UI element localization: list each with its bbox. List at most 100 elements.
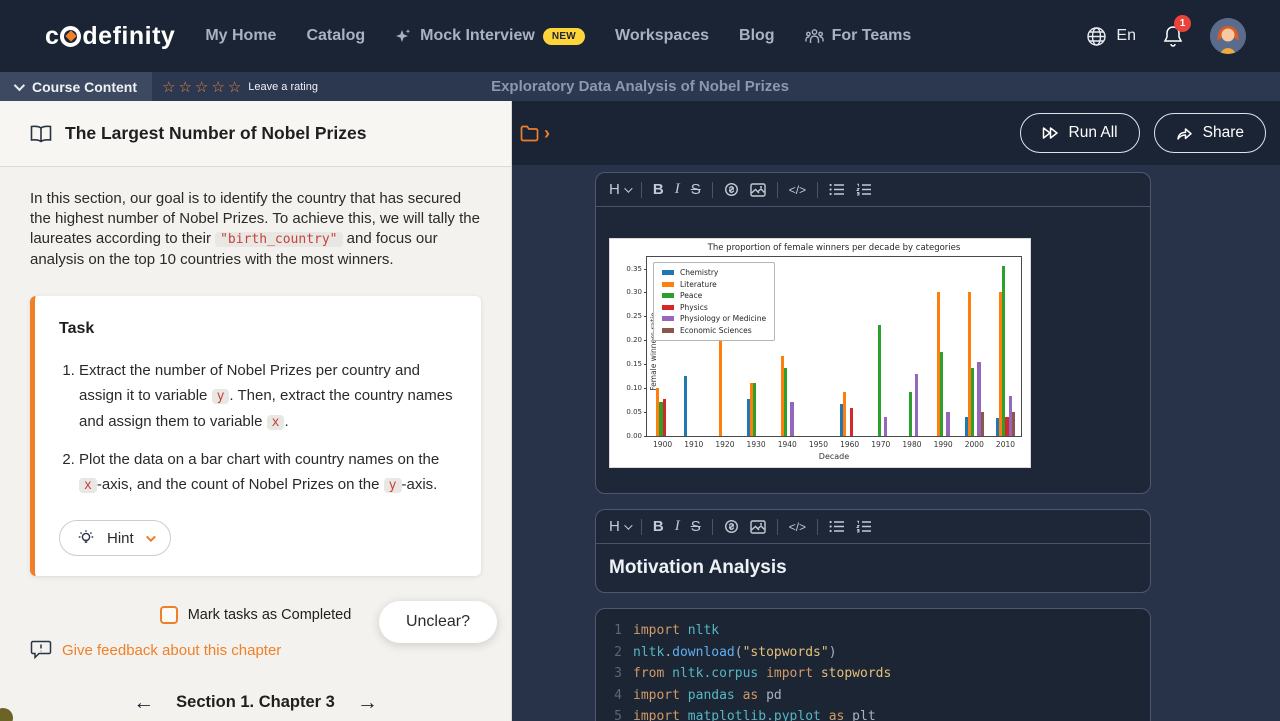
- app-window: cdefinity My Home Catalog Mock Interview…: [0, 0, 1280, 721]
- code-line[interactable]: 5import matplotlib.pyplot as plt: [596, 706, 1150, 721]
- course-title: Exploratory Data Analysis of Nobel Prize…: [491, 78, 789, 95]
- folder-icon: [520, 125, 539, 142]
- unclear-button[interactable]: Unclear?: [379, 601, 497, 643]
- chart-bar: [940, 352, 943, 436]
- nav-item-blog[interactable]: Blog: [739, 27, 775, 45]
- next-chapter-button[interactable]: →: [357, 692, 378, 713]
- course-bar: Course Content ☆☆☆☆☆ Leave a rating Expl…: [0, 72, 1280, 101]
- nav-label: Mock Interview: [420, 27, 535, 45]
- toolbar-divider: [817, 182, 818, 198]
- bold-button[interactable]: B: [653, 518, 664, 535]
- nav-item-mock-interview[interactable]: Mock Interview NEW: [395, 27, 585, 45]
- chart-bar: [843, 392, 846, 436]
- line-number: 4: [596, 685, 622, 707]
- heading-label: H: [609, 181, 620, 198]
- nav-label: For Teams: [832, 27, 912, 45]
- sparkles-icon: [395, 28, 412, 45]
- nav-item-workspaces[interactable]: Workspaces: [615, 27, 709, 45]
- chart-bar: [663, 399, 666, 436]
- language-selector[interactable]: En: [1086, 26, 1136, 47]
- heading-button[interactable]: H: [609, 518, 630, 535]
- strikethrough-button[interactable]: S: [691, 518, 701, 535]
- toolbar-divider: [817, 519, 818, 535]
- link-button[interactable]: [724, 182, 739, 197]
- navbar-right-cluster: En 1: [1086, 18, 1246, 54]
- chart-bar-group: 1990: [928, 257, 959, 436]
- star-icon[interactable]: ☆: [195, 79, 211, 96]
- new-badge: NEW: [543, 28, 585, 45]
- hint-button[interactable]: Hint: [59, 520, 171, 556]
- bold-button[interactable]: B: [653, 181, 664, 198]
- line-number: 2: [596, 642, 622, 664]
- share-button[interactable]: Share: [1154, 113, 1266, 153]
- line-number: 5: [596, 706, 622, 721]
- code-button[interactable]: </>: [789, 183, 806, 197]
- notification-badge: 1: [1174, 15, 1191, 32]
- strikethrough-button[interactable]: S: [691, 181, 701, 198]
- feedback-bubble-icon: [30, 640, 52, 660]
- chart-bar: [946, 412, 949, 436]
- markdown-cell-heading: H B I S </> Mo: [595, 509, 1151, 593]
- star-icon[interactable]: ☆: [162, 79, 178, 96]
- top-navbar: cdefinity My Home Catalog Mock Interview…: [0, 0, 1280, 72]
- star-icon[interactable]: ☆: [178, 79, 194, 96]
- nav-item-catalog[interactable]: Catalog: [306, 27, 365, 45]
- chart-bar: [915, 374, 918, 436]
- rating-stars[interactable]: ☆☆☆☆☆: [162, 78, 244, 96]
- chart-bar: [753, 383, 756, 436]
- bullet-list-button[interactable]: [829, 183, 845, 196]
- chevron-down-icon: [146, 532, 156, 542]
- numbered-list-button[interactable]: [856, 183, 872, 196]
- notifications-button[interactable]: 1: [1162, 24, 1184, 48]
- markdown-cell-body[interactable]: Motivation Analysis: [596, 544, 1150, 592]
- heading-button[interactable]: H: [609, 181, 630, 198]
- image-button[interactable]: [750, 520, 766, 534]
- toolbar-divider: [712, 519, 713, 535]
- chart-bar: [909, 392, 912, 436]
- chevron-down-icon: [14, 79, 25, 90]
- bullet-list-button[interactable]: [829, 520, 845, 533]
- image-button[interactable]: [750, 183, 766, 197]
- link-button[interactable]: [724, 519, 739, 534]
- course-content-toggle[interactable]: Course Content: [0, 72, 152, 101]
- prev-chapter-button[interactable]: ←: [133, 692, 154, 713]
- nav-item-my-home[interactable]: My Home: [205, 27, 276, 45]
- star-icon[interactable]: ☆: [228, 79, 244, 96]
- mark-completed-checkbox[interactable]: [160, 606, 178, 624]
- code-button[interactable]: </>: [789, 520, 806, 534]
- chart-plot-area: 0.000.050.100.150.200.250.300.35Female w…: [646, 256, 1022, 437]
- task-card: Task Extract the number of Nobel Prizes …: [30, 296, 481, 576]
- numbered-list-button[interactable]: [856, 520, 872, 533]
- star-icon[interactable]: ☆: [211, 79, 227, 96]
- globe-icon: [1086, 26, 1107, 47]
- lesson-panel: The Largest Number of Nobel Prizes In th…: [0, 101, 512, 721]
- code-line[interactable]: 4import pandas as pd: [596, 685, 1150, 707]
- code-line[interactable]: 2nltk.download("stopwords"): [596, 642, 1150, 664]
- run-all-button[interactable]: Run All: [1020, 113, 1140, 153]
- file-tree-toggle[interactable]: ›: [520, 123, 550, 144]
- nav-label: Blog: [739, 27, 775, 45]
- code-line[interactable]: 3from nltk.corpus import stopwords: [596, 663, 1150, 685]
- chart-bar: [784, 368, 787, 436]
- chart-bar: [850, 408, 853, 436]
- chart-title: The proportion of female winners per dec…: [646, 243, 1022, 253]
- logo-o-icon: [60, 26, 81, 47]
- codefinity-logo[interactable]: cdefinity: [45, 22, 175, 51]
- avatar[interactable]: [1210, 18, 1246, 54]
- code-cell[interactable]: 1import nltk2nltk.download("stopwords")3…: [595, 608, 1151, 721]
- italic-button[interactable]: I: [675, 518, 680, 535]
- chart-bar: [1002, 266, 1005, 436]
- bulb-icon: [77, 529, 95, 547]
- nav-item-for-teams[interactable]: For Teams: [805, 27, 912, 45]
- chart-bar: [981, 412, 984, 436]
- code-line[interactable]: 1import nltk: [596, 620, 1150, 642]
- line-number: 3: [596, 663, 622, 685]
- task-list: Extract the number of Nobel Prizes per c…: [79, 358, 457, 498]
- inline-code: x: [267, 415, 285, 430]
- chart-bar: [719, 340, 722, 436]
- chart-bar: [790, 402, 793, 436]
- feedback-link[interactable]: Give feedback about this chapter: [62, 642, 281, 659]
- italic-button[interactable]: I: [675, 181, 680, 198]
- toolbar-divider: [712, 182, 713, 198]
- intro-paragraph: In this section, our goal is to identify…: [30, 189, 481, 270]
